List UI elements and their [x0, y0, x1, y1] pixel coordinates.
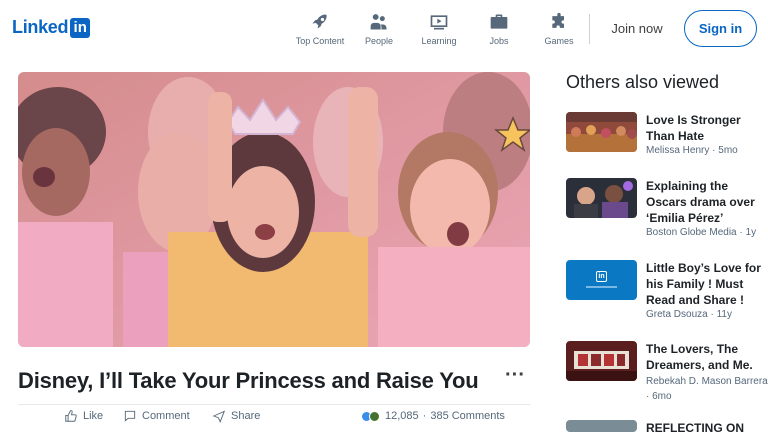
related-article-title: Explaining the Oscars drama over ‘Emilia… — [646, 179, 755, 225]
related-article-title: Little Boy’s Love for his Family ! Must … — [646, 261, 761, 307]
nav-learning[interactable]: Learning — [409, 12, 469, 46]
linkedin-logo-icon: in — [596, 271, 607, 282]
related-article-thumbnail — [566, 420, 637, 432]
related-article-thumbnail — [566, 178, 637, 218]
linkedin-logo[interactable]: Linked in — [12, 17, 91, 38]
nav-label-people: People — [364, 36, 394, 46]
nav-label-games: Games — [544, 36, 574, 46]
related-article-thumbnail — [566, 112, 637, 152]
related-article-thumbnail — [566, 341, 637, 381]
stats-separator: · — [422, 410, 427, 422]
reaction-stats[interactable]: 12,085 · 385 Comments — [361, 410, 505, 422]
share-label: Share — [231, 410, 261, 422]
people-icon — [370, 14, 387, 30]
related-article-meta: Boston Globe Media · 1y — [646, 227, 757, 238]
nav-top-content[interactable]: Top Content — [290, 12, 350, 46]
thumbs-up-icon — [65, 410, 77, 422]
related-article-meta: Greta Dsouza · 11y — [646, 309, 732, 320]
rocket-icon — [312, 14, 327, 29]
article-hero-image — [18, 72, 530, 347]
related-article-title: The Lovers, The Dreamers, and Me. — [646, 342, 753, 372]
puzzle-icon — [552, 12, 564, 28]
more-options-button[interactable]: ··· — [504, 365, 526, 390]
like-label: Like — [83, 410, 104, 422]
support-reaction-icon — [369, 410, 380, 422]
thumbnail-caption-line — [586, 286, 617, 288]
share-button[interactable]: Share — [212, 409, 260, 423]
share-icon — [212, 410, 226, 423]
reaction-count: 12,085 — [385, 410, 419, 422]
comment-button[interactable]: Comment — [123, 409, 190, 423]
comment-count: 385 Comments — [430, 410, 505, 422]
logo-wordmark: Linked — [12, 17, 69, 37]
comment-label: Comment — [142, 410, 190, 422]
like-button[interactable]: Like — [64, 409, 103, 423]
nav-divider — [589, 14, 590, 44]
nav-people[interactable]: People — [349, 12, 409, 46]
logo-in-box: in — [70, 17, 91, 38]
article-title: Disney, I’ll Take Your Princess and Rais… — [18, 368, 479, 393]
top-header: Linked in Top Content People Learning Jo… — [0, 0, 768, 56]
related-article-meta: Melissa Henry · 5mo — [646, 145, 738, 156]
article-action-bar: Like Comment Share 12,085 · 385 Comments — [18, 404, 530, 432]
nav-label-jobs: Jobs — [489, 36, 509, 46]
sign-in-button[interactable]: Sign in — [684, 10, 757, 47]
nav-jobs[interactable]: Jobs — [469, 12, 529, 46]
briefcase-icon — [490, 14, 508, 29]
nav-label-top-content: Top Content — [295, 36, 345, 46]
join-now-button[interactable]: Join now — [600, 13, 674, 43]
nav-label-learning: Learning — [421, 36, 457, 46]
learning-icon — [430, 15, 448, 30]
related-article-thumbnail: in — [566, 260, 637, 300]
related-article-title: REFLECTING ON — [646, 421, 744, 432]
comment-icon — [124, 410, 136, 422]
related-article-title: Love Is Stronger Than Hate — [646, 113, 741, 143]
nav-games[interactable]: Games — [529, 12, 589, 46]
related-article-meta: Rebekah D. Mason Barrera · 6mo — [646, 376, 768, 402]
others-also-viewed-heading: Others also viewed — [566, 72, 720, 92]
